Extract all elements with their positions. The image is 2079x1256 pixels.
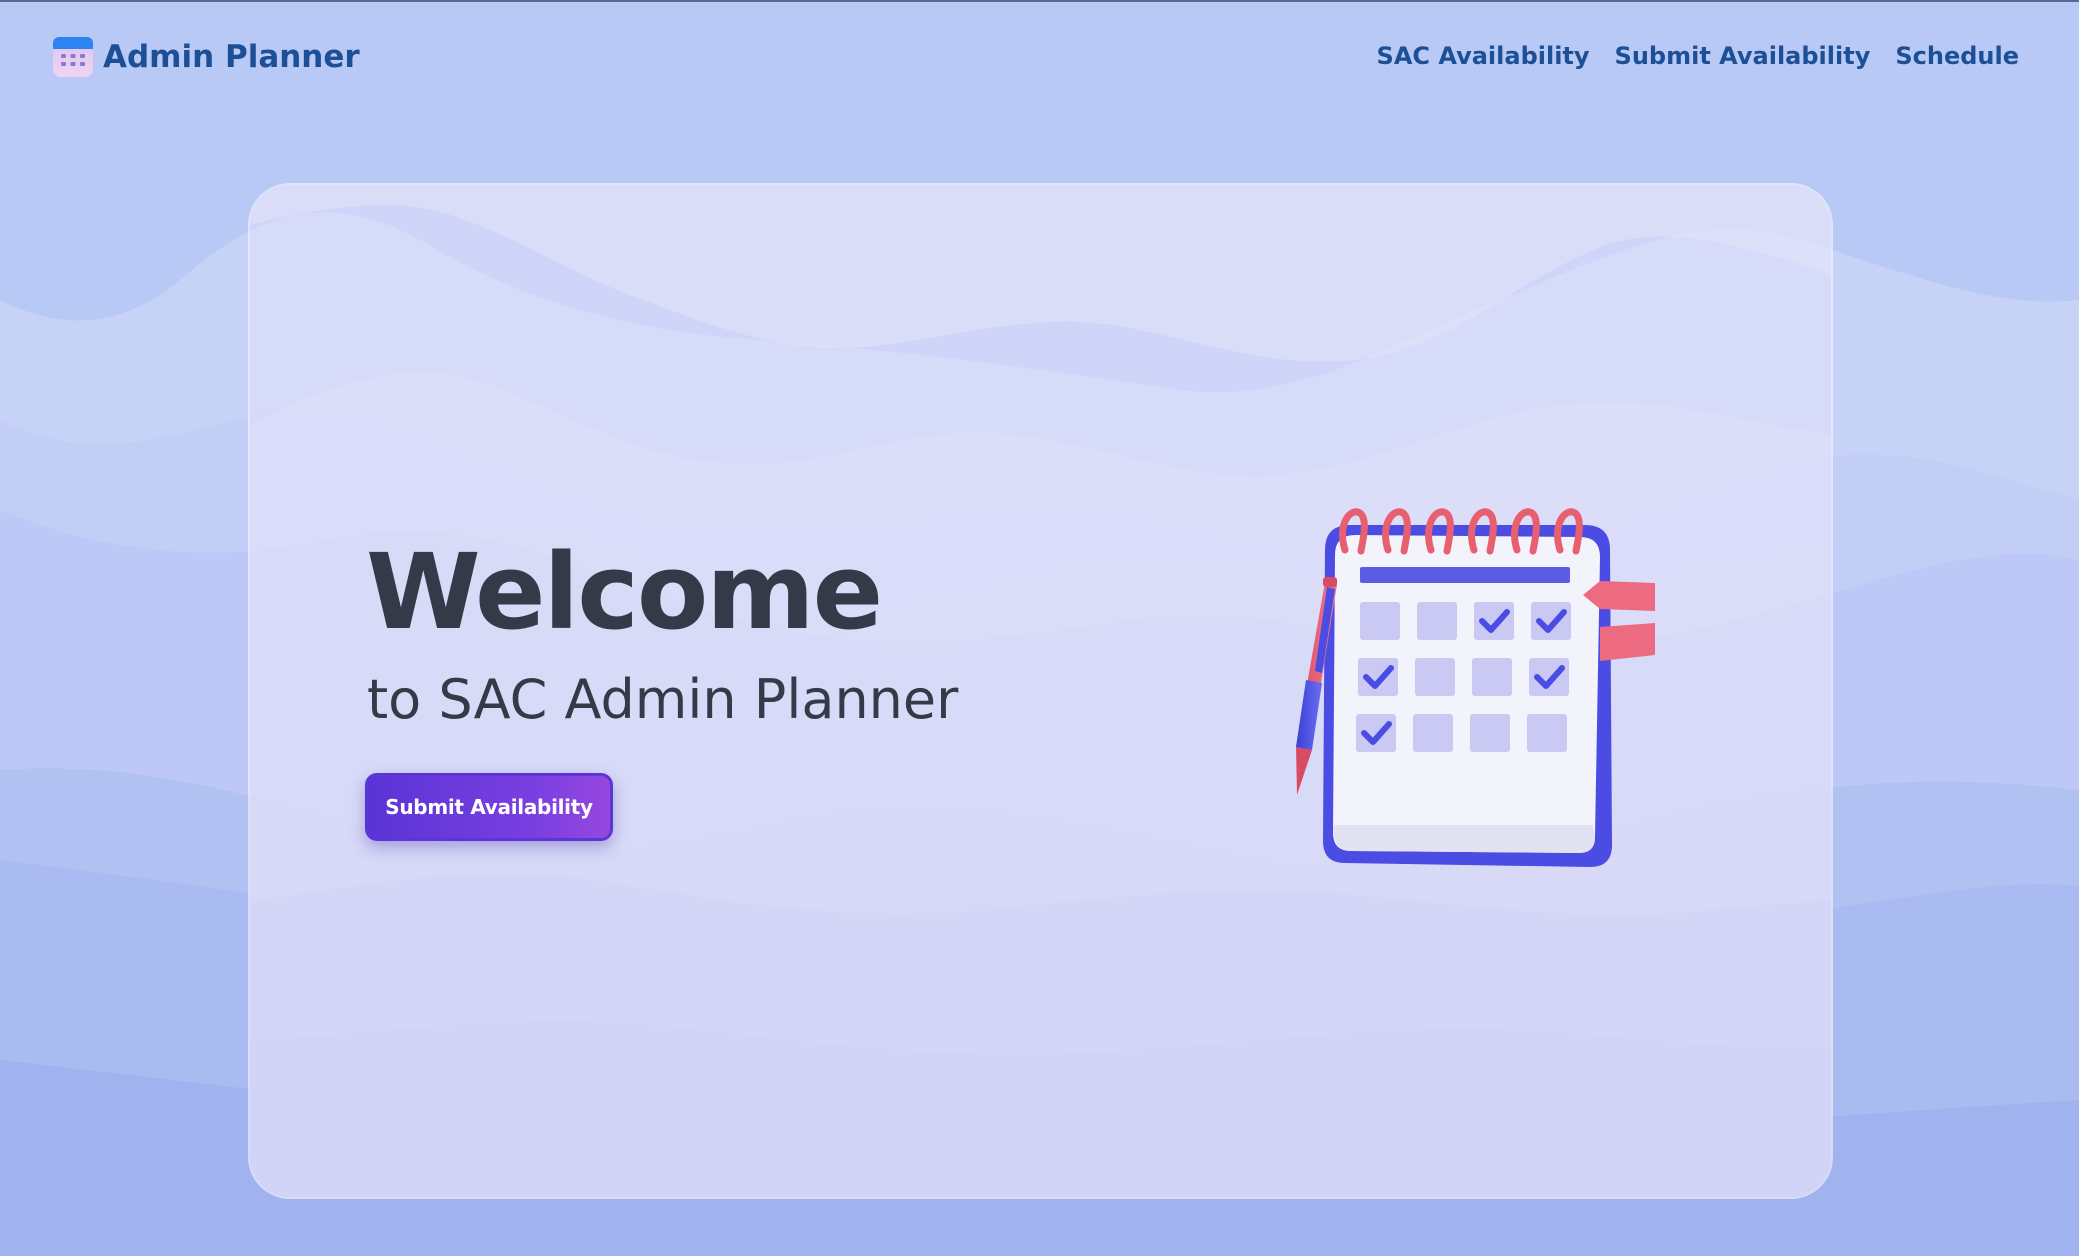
brand-name: Admin Planner: [103, 39, 360, 75]
submit-availability-button[interactable]: Submit Availability: [365, 773, 613, 841]
calendar-grid-icon: [53, 37, 93, 77]
brand-home-link[interactable]: Admin Planner: [53, 36, 360, 78]
nav-link-submit-availability[interactable]: Submit Availability: [1615, 38, 1871, 74]
calendar-with-pen-illustration: [1296, 508, 1655, 867]
welcome-subtitle: to SAC Admin Planner: [367, 668, 959, 731]
nav-link-sac-availability[interactable]: SAC Availability: [1377, 38, 1590, 74]
window-top-border: [0, 0, 2079, 2]
nav-link-schedule[interactable]: Schedule: [1895, 38, 2019, 74]
welcome-title: Welcome: [366, 531, 883, 653]
hero-card: Welcome to SAC Admin Planner Submit Avai…: [248, 183, 1833, 1199]
nav-links: SAC Availability Submit Availability Sch…: [1377, 38, 2019, 74]
top-navbar: Admin Planner SAC Availability Submit Av…: [0, 0, 2079, 112]
